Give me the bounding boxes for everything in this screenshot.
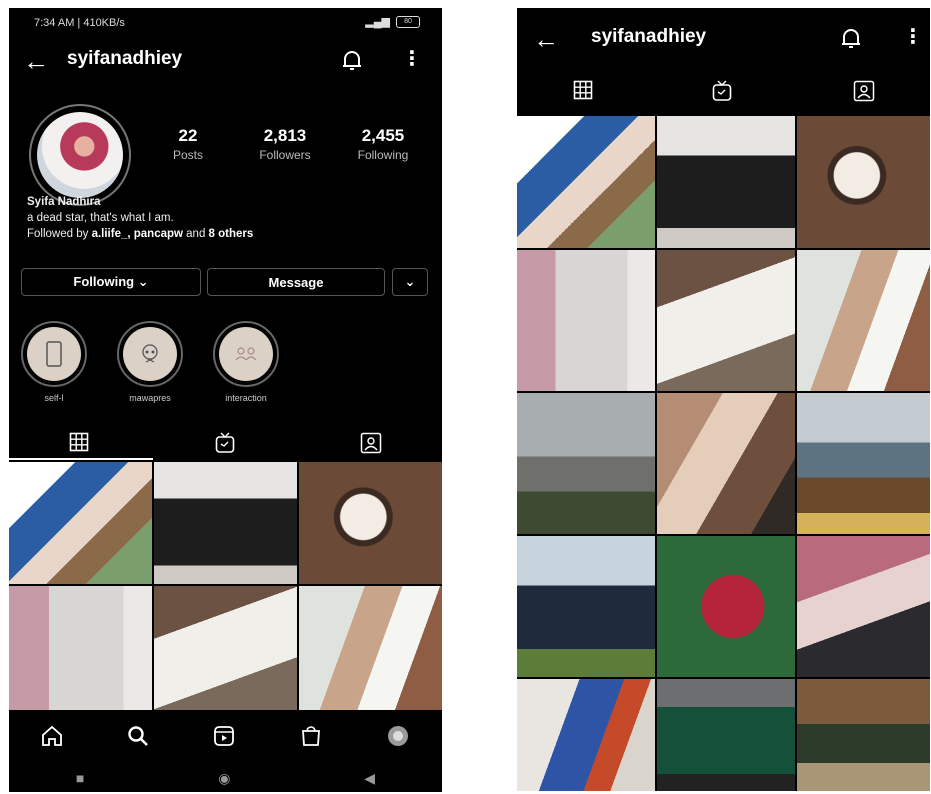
bottom-navigation: [9, 714, 442, 762]
people-icon: [235, 347, 257, 361]
highlight-mawapres[interactable]: mawapres: [113, 321, 187, 403]
kebab-menu-icon[interactable]: ⋮: [903, 24, 923, 49]
status-bar: 7:34 AM | 410KB/s ▂▄▆ 80: [9, 8, 442, 38]
highlight-self-l[interactable]: self-l: [17, 321, 91, 403]
post-thumbnail[interactable]: [657, 250, 795, 391]
battery-icon: 80: [396, 15, 420, 28]
profile-display-name: Syifa Nadhira: [27, 196, 101, 208]
followed-by-prefix: Followed by: [27, 228, 92, 240]
profile-tabs: [9, 426, 442, 460]
back-button-icon[interactable]: ◀: [364, 770, 375, 787]
profile-header: ← syifanadhiey ⋮: [517, 20, 930, 60]
phone-icon: [46, 341, 62, 367]
profile-username: syifanadhiey: [591, 26, 707, 47]
skull-icon: [142, 344, 158, 363]
profile-username: syifanadhiey: [67, 48, 183, 69]
active-tab-indicator: [9, 458, 153, 460]
highlight-cover: [27, 327, 81, 381]
post-thumbnail[interactable]: [154, 462, 297, 584]
home-icon[interactable]: [41, 725, 63, 752]
post-thumbnail[interactable]: [797, 679, 930, 791]
search-icon[interactable]: [127, 725, 149, 752]
system-navigation: ■ ◉ ◀: [9, 764, 442, 792]
highlight-interaction[interactable]: interaction: [209, 321, 283, 403]
post-thumbnail[interactable]: [517, 116, 655, 248]
stat-following-count: 2,455: [361, 126, 405, 145]
post-thumbnail[interactable]: [657, 116, 795, 248]
grid-icon[interactable]: [69, 432, 89, 457]
post-thumbnail[interactable]: [797, 393, 930, 534]
signal-icon: ▂▄▆: [365, 16, 390, 28]
post-grid: [9, 462, 442, 710]
profile-screen-right: ← syifanadhiey ⋮: [517, 8, 930, 791]
grid-icon[interactable]: [573, 80, 593, 105]
highlight-cover: [219, 327, 273, 381]
post-thumbnail[interactable]: [154, 586, 297, 710]
stat-posts[interactable]: 22 Posts: [157, 126, 219, 162]
post-thumbnail[interactable]: [517, 536, 655, 677]
highlight-cover: [123, 327, 177, 381]
kebab-menu-icon[interactable]: ⋮: [402, 46, 422, 71]
profile-tabs: [517, 74, 930, 108]
highlight-ring: [117, 321, 183, 387]
bell-icon[interactable]: [341, 48, 363, 77]
stat-posts-count: 22: [178, 126, 198, 145]
igtv-icon[interactable]: [712, 80, 732, 107]
highlight-ring: [213, 321, 279, 387]
tagged-icon[interactable]: [853, 80, 875, 107]
suggested-toggle-button[interactable]: ⌄: [392, 268, 428, 296]
back-arrow-icon[interactable]: ←: [533, 26, 559, 52]
post-thumbnail[interactable]: [517, 250, 655, 391]
post-thumbnail[interactable]: [797, 116, 930, 248]
post-thumbnail[interactable]: [299, 586, 442, 710]
followed-by-names[interactable]: a.liife_, pancapw: [92, 228, 183, 240]
post-thumbnail[interactable]: [9, 462, 152, 584]
status-time: 7:34 AM | 410KB/s: [34, 17, 125, 29]
stat-followers[interactable]: 2,813 Followers: [245, 126, 325, 162]
igtv-icon[interactable]: [215, 432, 235, 459]
back-arrow-icon[interactable]: ←: [23, 48, 49, 74]
post-thumbnail[interactable]: [657, 393, 795, 534]
profile-bio: Syifa Nadhira a dead star, that's what I…: [27, 194, 253, 242]
post-grid: [517, 116, 930, 791]
post-thumbnail[interactable]: [797, 250, 930, 391]
post-thumbnail[interactable]: [797, 536, 930, 677]
recent-apps-icon[interactable]: ■: [76, 770, 84, 786]
highlight-label: mawapres: [129, 393, 171, 403]
stat-followers-count: 2,813: [263, 126, 307, 145]
highlight-label: interaction: [225, 393, 267, 403]
stat-posts-label: Posts: [172, 148, 203, 162]
highlight-label: self-l: [44, 393, 64, 403]
post-thumbnail[interactable]: [517, 679, 655, 791]
following-button[interactable]: Following ⌄: [21, 268, 201, 296]
message-button[interactable]: Message: [207, 268, 385, 296]
profile-screen-left: 7:34 AM | 410KB/s ▂▄▆ 80 ← syifanadhiey …: [9, 8, 442, 792]
profile-avatar-ring[interactable]: [29, 104, 131, 206]
post-thumbnail[interactable]: [299, 462, 442, 584]
home-button-icon[interactable]: ◉: [218, 770, 230, 787]
bio-line: a dead star, that's what I am.: [27, 212, 174, 224]
shop-icon[interactable]: [300, 725, 322, 752]
post-thumbnail[interactable]: [657, 679, 795, 791]
post-thumbnail[interactable]: [517, 393, 655, 534]
stat-followers-label: Followers: [259, 148, 311, 162]
highlight-ring: [21, 321, 87, 387]
followed-by[interactable]: Followed by a.liife_, pancapw and 8 othe…: [27, 226, 253, 242]
followed-by-mid: and: [182, 228, 209, 240]
post-thumbnail[interactable]: [9, 586, 152, 710]
bell-icon[interactable]: [840, 26, 862, 55]
reels-icon[interactable]: [213, 725, 235, 752]
profile-avatar[interactable]: [386, 724, 410, 753]
profile-header: ← syifanadhiey ⋮: [9, 42, 442, 82]
post-thumbnail[interactable]: [657, 536, 795, 677]
status-icons: ▂▄▆ 80: [365, 15, 420, 28]
profile-avatar: [37, 112, 123, 198]
followed-by-others[interactable]: 8 others: [209, 228, 254, 240]
tagged-icon[interactable]: [360, 432, 382, 459]
stat-following-label: Following: [357, 148, 409, 162]
stat-following[interactable]: 2,455 Following: [343, 126, 423, 162]
